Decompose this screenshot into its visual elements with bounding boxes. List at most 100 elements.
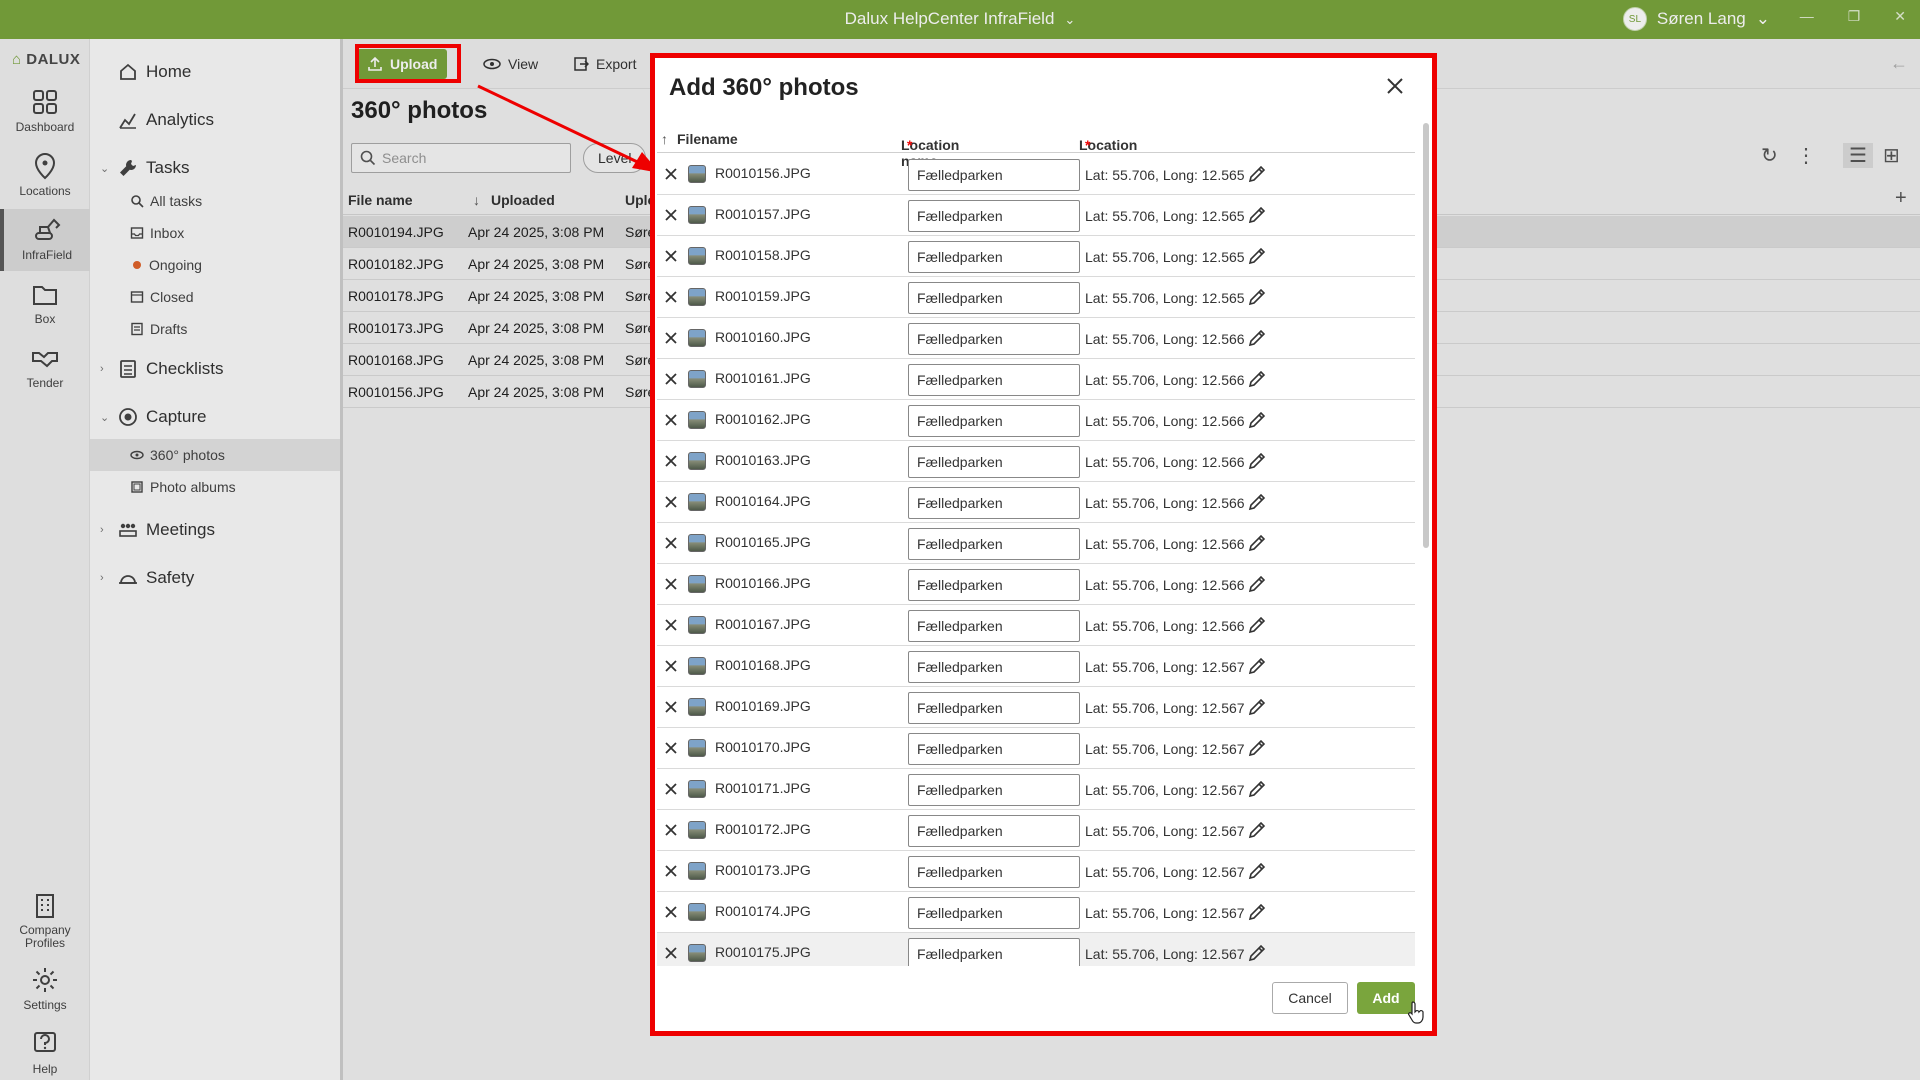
sidebar-item-analytics[interactable]: Analytics <box>90 103 340 137</box>
edit-location-icon[interactable] <box>1247 164 1267 184</box>
remove-icon[interactable] <box>663 945 679 961</box>
remove-icon[interactable] <box>663 494 679 510</box>
edit-location-icon[interactable] <box>1247 205 1267 225</box>
location-name-input[interactable] <box>908 405 1080 437</box>
edit-location-icon[interactable] <box>1247 246 1267 266</box>
location-name-input[interactable] <box>908 159 1080 191</box>
remove-icon[interactable] <box>663 576 679 592</box>
location-name-input[interactable] <box>908 364 1080 396</box>
rail-box[interactable]: Box <box>0 273 90 335</box>
remove-icon[interactable] <box>663 658 679 674</box>
remove-icon[interactable] <box>663 166 679 182</box>
restore-icon[interactable]: ❐ <box>1848 8 1861 25</box>
user-menu[interactable]: SL Søren Lang ⌄ <box>1622 7 1770 31</box>
remove-icon[interactable] <box>663 207 679 223</box>
remove-icon[interactable] <box>663 289 679 305</box>
location-name-input[interactable] <box>908 569 1080 601</box>
location-name-input[interactable] <box>908 938 1080 966</box>
edit-location-icon[interactable] <box>1247 328 1267 348</box>
location-name-input[interactable] <box>908 610 1080 642</box>
edit-location-icon[interactable] <box>1247 574 1267 594</box>
view-button[interactable]: View <box>473 49 548 79</box>
location-name-input[interactable] <box>908 446 1080 478</box>
edit-location-icon[interactable] <box>1247 779 1267 799</box>
remove-icon[interactable] <box>663 453 679 469</box>
edit-location-icon[interactable] <box>1247 697 1267 717</box>
sidebar-item-360-photos[interactable]: 360° photos <box>90 439 340 471</box>
sidebar-item-meetings[interactable]: › Meetings <box>90 513 340 547</box>
scrollbar-thumb[interactable] <box>1423 123 1429 548</box>
list-view-icon[interactable]: ☰ <box>1843 143 1873 168</box>
edit-location-icon[interactable] <box>1247 615 1267 635</box>
location-name-input[interactable] <box>908 815 1080 847</box>
rail-locations[interactable]: Locations <box>0 145 90 207</box>
sidebar-item-tasks[interactable]: ⌄ Tasks <box>90 151 340 185</box>
remove-icon[interactable] <box>663 699 679 715</box>
rail-settings[interactable]: Settings <box>0 959 90 1021</box>
remove-icon[interactable] <box>663 617 679 633</box>
rail-tender[interactable]: Tender <box>0 337 90 399</box>
edit-location-icon[interactable] <box>1247 943 1267 963</box>
sidebar-item-photo-albums[interactable]: Photo albums <box>90 471 340 503</box>
export-button[interactable]: Export <box>563 49 646 79</box>
location-name-input[interactable] <box>908 897 1080 929</box>
sidebar-item-capture[interactable]: ⌄ Capture <box>90 400 340 434</box>
location-name-input[interactable] <box>908 692 1080 724</box>
remove-icon[interactable] <box>663 412 679 428</box>
sidebar-item-closed[interactable]: Closed <box>90 281 340 313</box>
search-input[interactable]: Search <box>351 143 571 173</box>
remove-icon[interactable] <box>663 863 679 879</box>
column-uploaded[interactable]: Uploaded <box>491 192 555 208</box>
edit-location-icon[interactable] <box>1247 902 1267 922</box>
remove-icon[interactable] <box>663 904 679 920</box>
remove-icon[interactable] <box>663 740 679 756</box>
remove-icon[interactable] <box>663 781 679 797</box>
minimize-icon[interactable]: — <box>1800 8 1814 25</box>
grid-view-icon[interactable]: ⊞ <box>1883 143 1900 168</box>
sidebar-item-inbox[interactable]: Inbox <box>90 217 340 249</box>
remove-icon[interactable] <box>663 371 679 387</box>
dalux-logo[interactable]: ⌂ DALUX <box>12 51 80 68</box>
location-name-input[interactable] <box>908 856 1080 888</box>
edit-location-icon[interactable] <box>1247 410 1267 430</box>
edit-location-icon[interactable] <box>1247 820 1267 840</box>
edit-location-icon[interactable] <box>1247 656 1267 676</box>
edit-location-icon[interactable] <box>1247 287 1267 307</box>
rail-dashboard[interactable]: Dashboard <box>0 81 90 143</box>
location-name-input[interactable] <box>908 487 1080 519</box>
location-name-input[interactable] <box>908 323 1080 355</box>
edit-location-icon[interactable] <box>1247 738 1267 758</box>
location-name-input[interactable] <box>908 282 1080 314</box>
remove-icon[interactable] <box>663 535 679 551</box>
close-icon[interactable]: ✕ <box>1894 8 1906 25</box>
rail-infrafield[interactable]: InfraField <box>0 209 90 271</box>
sidebar-item-home[interactable]: Home <box>90 55 340 89</box>
column-file-name[interactable]: File name <box>348 192 413 208</box>
dialog-file-list[interactable]: R0010156.JPG Lat: 55.706, Long: 12.565 R0… <box>657 154 1415 966</box>
level-filter[interactable]: Level <box>583 143 647 173</box>
rail-help[interactable]: Help <box>0 1023 90 1080</box>
more-menu-icon[interactable]: ⋮ <box>1796 143 1816 168</box>
sidebar-item-checklists[interactable]: › Checklists <box>90 352 340 386</box>
edit-location-icon[interactable] <box>1247 861 1267 881</box>
sidebar-item-ongoing[interactable]: Ongoing <box>90 249 340 281</box>
location-name-input[interactable] <box>908 528 1080 560</box>
location-name-input[interactable] <box>908 651 1080 683</box>
sidebar-item-all-tasks[interactable]: All tasks <box>90 185 340 217</box>
edit-location-icon[interactable] <box>1247 533 1267 553</box>
edit-location-icon[interactable] <box>1247 369 1267 389</box>
location-name-input[interactable] <box>908 774 1080 806</box>
edit-location-icon[interactable] <box>1247 451 1267 471</box>
cancel-button[interactable]: Cancel <box>1272 982 1348 1014</box>
remove-icon[interactable] <box>663 248 679 264</box>
close-icon[interactable] <box>1384 75 1406 97</box>
sidebar-item-drafts[interactable]: Drafts <box>90 313 340 345</box>
back-arrow-icon[interactable]: ← <box>1890 53 1908 74</box>
location-name-input[interactable] <box>908 241 1080 273</box>
refresh-icon[interactable]: ↻ <box>1761 143 1778 168</box>
remove-icon[interactable] <box>663 330 679 346</box>
location-name-input[interactable] <box>908 200 1080 232</box>
sidebar-item-safety[interactable]: › Safety <box>90 561 340 595</box>
location-name-input[interactable] <box>908 733 1080 765</box>
remove-icon[interactable] <box>663 822 679 838</box>
